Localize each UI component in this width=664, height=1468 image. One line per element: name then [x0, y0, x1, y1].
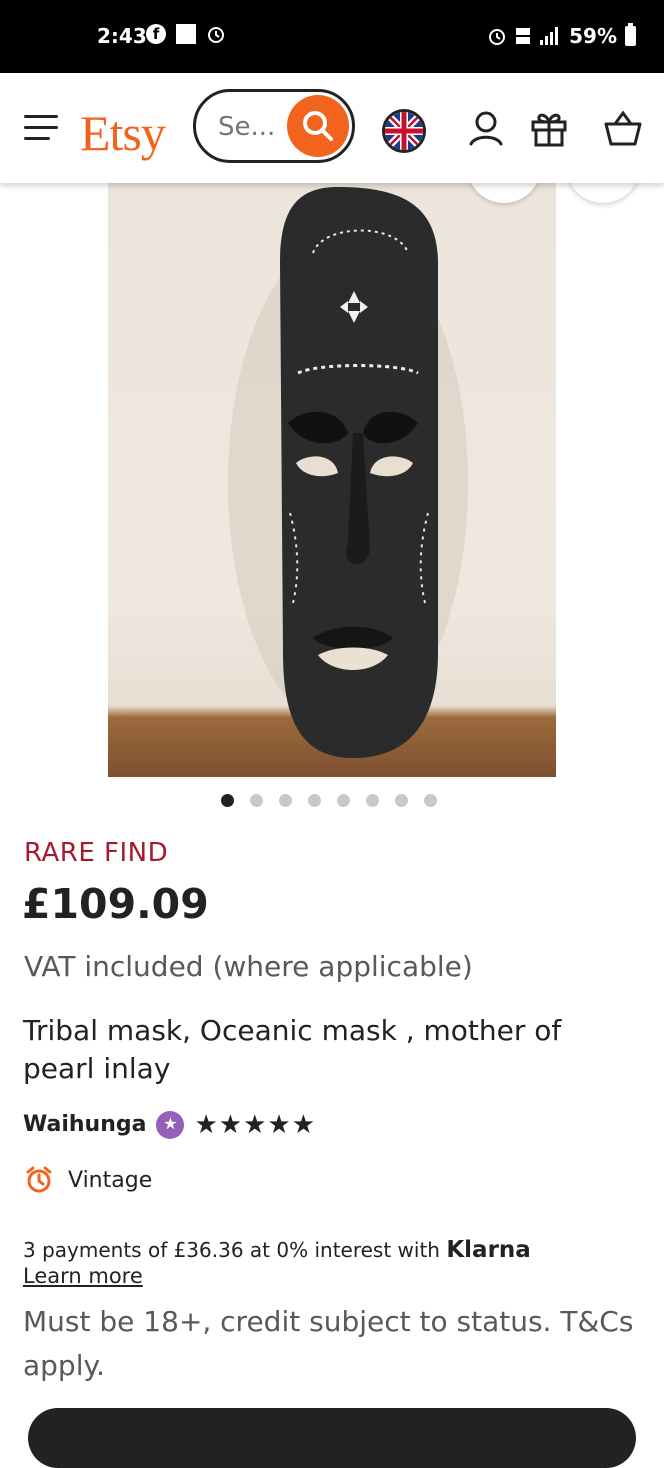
status-time: 2:43	[97, 24, 147, 48]
price: £109.09	[22, 880, 209, 928]
search-icon	[303, 111, 333, 141]
tribal-mask-image	[228, 187, 468, 758]
app-header: Etsy	[0, 73, 664, 183]
klarna-text: 3 payments of £36.36 at 0% interest with	[23, 1238, 447, 1262]
etsy-logo[interactable]: Etsy	[80, 103, 166, 163]
lte-icon	[516, 28, 531, 44]
product-gallery[interactable]	[0, 143, 664, 783]
status-icons-left: f	[146, 24, 226, 44]
klarna-logo: Klarna	[446, 1237, 531, 1263]
gallery-dot[interactable]	[221, 794, 234, 807]
condition-label: Vintage	[68, 1167, 153, 1193]
battery-percent: 59%	[569, 24, 617, 48]
signal-icon	[540, 27, 559, 45]
condition-row: Vintage	[24, 1165, 152, 1195]
vintage-clock-icon	[26, 1166, 52, 1193]
credit-disclaimer: Must be 18+, credit subject to status. T…	[23, 1305, 634, 1382]
gallery-dot[interactable]	[279, 794, 292, 807]
alarm-icon	[489, 29, 506, 45]
product-image[interactable]	[108, 183, 556, 777]
search-box[interactable]	[193, 89, 355, 163]
account-icon[interactable]	[466, 108, 506, 148]
facebook-icon: f	[146, 24, 166, 44]
star-seller-badge-icon: ★	[156, 1110, 185, 1139]
status-icons-right: 59%	[487, 23, 636, 48]
listing-title: Tribal mask, Oceanic mask , mother of pe…	[23, 1014, 562, 1085]
rating-stars[interactable]: ★★★★★	[194, 1109, 316, 1140]
gallery-dot[interactable]	[366, 794, 379, 807]
battery-icon	[625, 23, 636, 46]
gallery-icon	[176, 24, 196, 44]
gallery-dot[interactable]	[424, 794, 437, 807]
add-to-basket-button[interactable]	[28, 1408, 636, 1468]
basket-icon[interactable]	[603, 108, 643, 148]
menu-icon[interactable]	[24, 115, 58, 141]
gallery-pagination	[221, 794, 437, 807]
seller-row: Waihunga ★ ★★★★★	[23, 1109, 316, 1140]
uk-flag-icon[interactable]	[382, 109, 426, 153]
gallery-dot[interactable]	[395, 794, 408, 807]
vat-note: VAT included (where applicable)	[24, 950, 473, 983]
search-button[interactable]	[287, 95, 349, 157]
alarm-icon	[208, 27, 224, 43]
gallery-dot[interactable]	[337, 794, 350, 807]
gift-icon[interactable]	[529, 108, 569, 148]
search-input[interactable]	[216, 110, 290, 144]
gallery-dot[interactable]	[308, 794, 321, 807]
rare-find-badge: RARE FIND	[24, 838, 169, 868]
gallery-dot[interactable]	[250, 794, 263, 807]
klarna-offer: 3 payments of £36.36 at 0% interest with…	[23, 1237, 531, 1263]
status-bar: 2:43 f 59%	[0, 0, 664, 73]
learn-more-link[interactable]: Learn more	[23, 1264, 143, 1288]
seller-name-link[interactable]: Waihunga	[23, 1112, 146, 1137]
